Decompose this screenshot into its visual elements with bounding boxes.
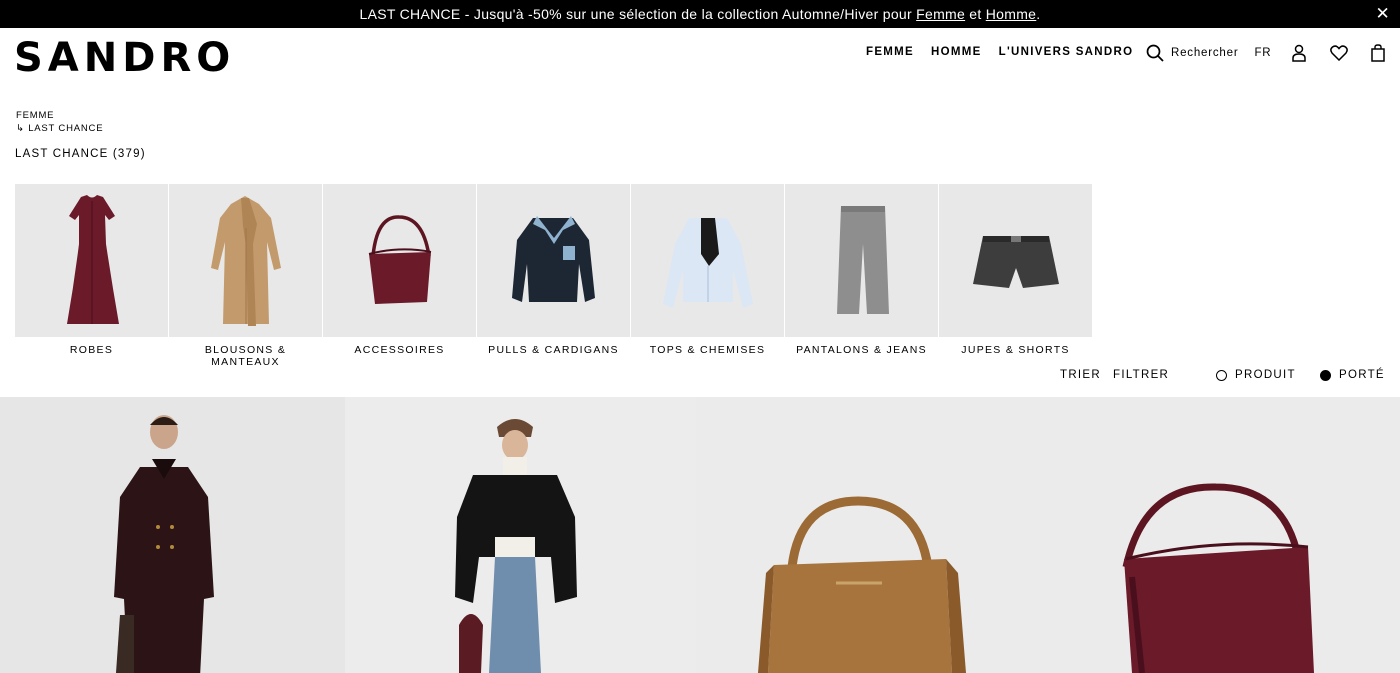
category-label: PULLS & CARDIGANS [488, 344, 619, 356]
product-image-shearling [455, 419, 577, 673]
bag-icon[interactable] [1371, 44, 1386, 62]
category-thumb [939, 184, 1092, 337]
search-label[interactable]: Rechercher [1171, 47, 1238, 59]
promo-banner: LAST CHANCE - Jusqu'à -50% sur une sélec… [0, 0, 1400, 28]
product-card[interactable] [345, 397, 696, 673]
logo[interactable]: SANDRO [14, 38, 235, 78]
category-thumb [785, 184, 938, 337]
category-robes[interactable]: ROBES [15, 184, 168, 368]
banner-text-mid: et [965, 6, 986, 22]
category-pulls-cardigans[interactable]: PULLS & CARDIGANS [477, 184, 630, 368]
header-tools: Rechercher FR [1146, 43, 1386, 63]
category-thumb [15, 184, 168, 337]
wishlist-icon[interactable] [1330, 45, 1349, 61]
category-accessoires[interactable]: ACCESSOIRES [323, 184, 476, 368]
view-worn-label: PORTÉ [1339, 369, 1385, 381]
category-label: PANTALONS & JEANS [796, 344, 927, 356]
category-label: ROBES [69, 344, 114, 356]
banner-link-femme[interactable]: Femme [916, 6, 965, 22]
category-thumb [323, 184, 476, 337]
product-grid [0, 397, 1400, 673]
category-thumb [169, 184, 322, 337]
category-label: BLOUSONS & MANTEAUX [204, 344, 287, 368]
breadcrumb: FEMME ↳ LAST CHANCE [16, 110, 103, 135]
category-thumb [631, 184, 784, 337]
category-carousel: ROBES BLOUSONS & MANTEAUX ACCESSOIRES PU… [15, 184, 1092, 368]
category-blousons-manteaux[interactable]: BLOUSONS & MANTEAUX [169, 184, 322, 368]
view-product-label: PRODUIT [1235, 369, 1296, 381]
view-worn-option[interactable]: PORTÉ [1320, 369, 1385, 381]
product-image-coat [114, 415, 214, 673]
category-pantalons-jeans[interactable]: PANTALONS & JEANS [785, 184, 938, 368]
category-jupes-shorts[interactable]: JUPES & SHORTS [939, 184, 1092, 368]
nav-item-homme[interactable]: HOMME [931, 46, 982, 58]
category-label: ACCESSOIRES [354, 344, 445, 356]
product-card[interactable] [0, 397, 345, 673]
main-nav: FEMME HOMME L'UNIVERS SANDRO [866, 46, 1133, 58]
account-icon[interactable] [1292, 44, 1307, 62]
category-label: TOPS & CHEMISES [649, 344, 766, 356]
product-card[interactable] [696, 397, 1400, 673]
language-selector[interactable]: FR [1254, 47, 1271, 59]
page-title: LAST CHANCE (379) [15, 148, 146, 160]
banner-text: LAST CHANCE - Jusqu'à -50% sur une sélec… [359, 6, 917, 22]
search-icon[interactable] [1146, 44, 1164, 62]
breadcrumb-current[interactable]: ↳ LAST CHANCE [16, 123, 103, 136]
nav-item-univers[interactable]: L'UNIVERS SANDRO [999, 46, 1134, 58]
radio-selected-icon [1320, 369, 1331, 381]
view-product-option[interactable]: PRODUIT [1216, 369, 1296, 381]
close-icon[interactable]: ✕ [1375, 5, 1390, 22]
sort-button[interactable]: TRIER [1060, 369, 1101, 381]
filter-button[interactable]: FILTRER [1113, 369, 1169, 381]
radio-icon [1216, 369, 1227, 381]
nav-item-femme[interactable]: FEMME [866, 46, 914, 58]
category-thumb [477, 184, 630, 337]
category-tops-chemises[interactable]: TOPS & CHEMISES [631, 184, 784, 368]
banner-link-homme[interactable]: Homme [986, 6, 1037, 22]
category-label: JUPES & SHORTS [961, 344, 1070, 356]
breadcrumb-root[interactable]: FEMME [16, 110, 103, 123]
product-image-bags [758, 483, 1314, 673]
banner-text-end: . [1036, 6, 1041, 22]
